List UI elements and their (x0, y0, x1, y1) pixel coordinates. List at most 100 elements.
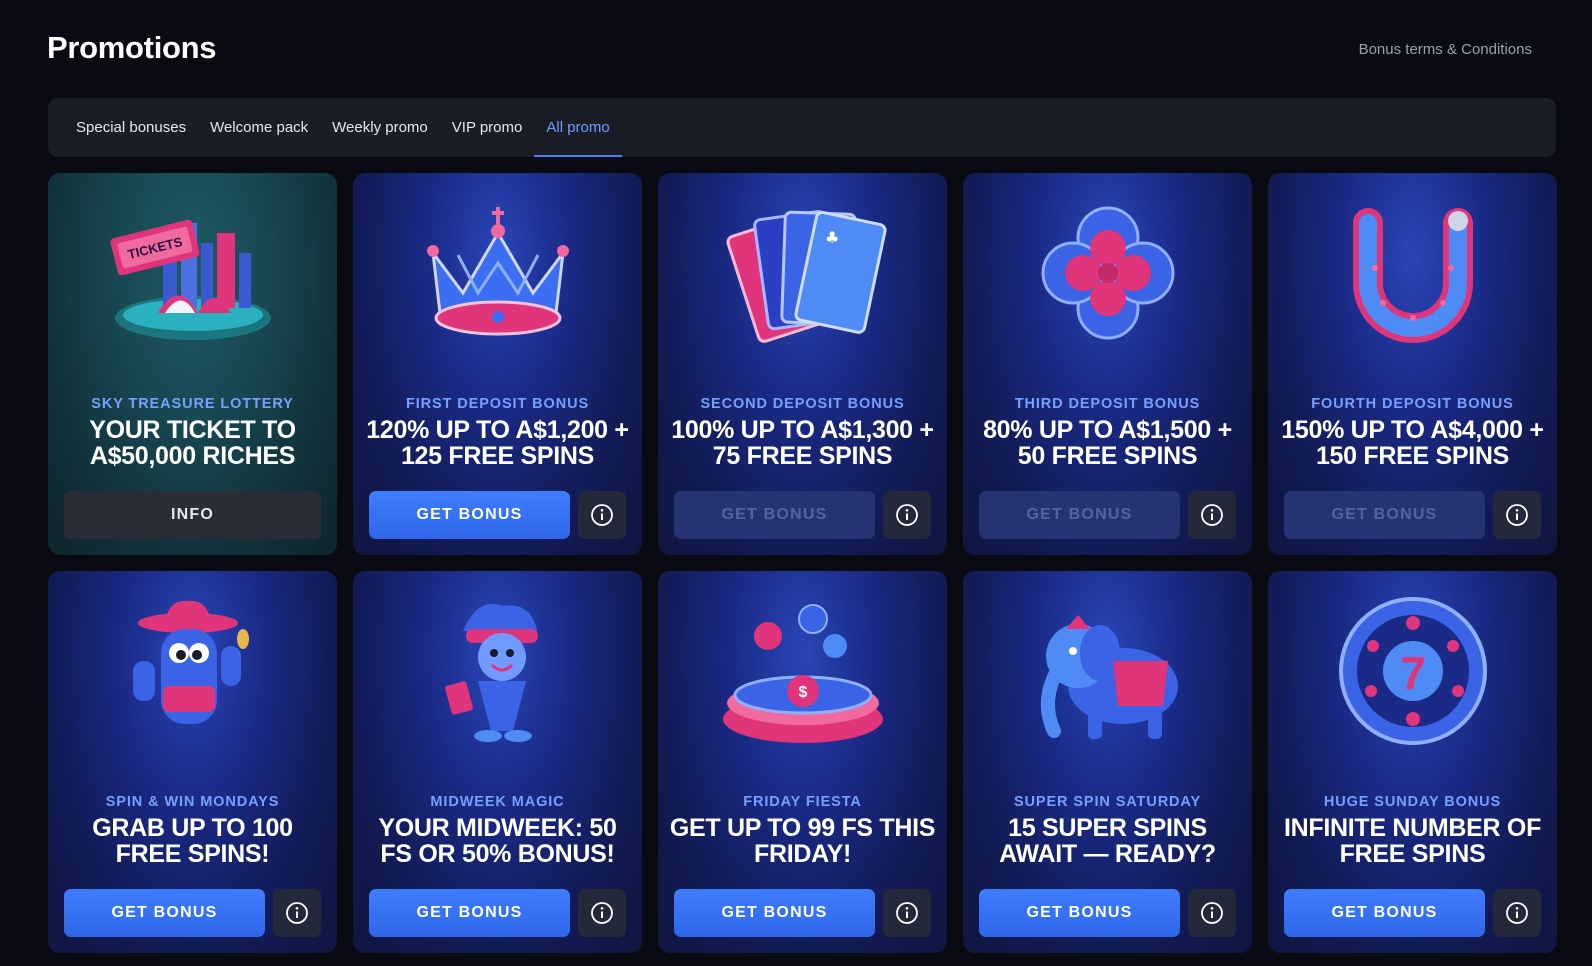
svg-text:$: $ (798, 684, 807, 701)
get-bonus-button[interactable]: GET BONUS (674, 491, 875, 539)
playing-cards-icon: ♣ (658, 193, 947, 353)
promo-text: MIDWEEK MAGIC YOUR MIDWEEK: 50 FS OR 50%… (363, 794, 632, 867)
info-icon (591, 504, 613, 526)
promo-card-fourth-deposit: FOURTH DEPOSIT BONUS 150% UP TO A$4,000 … (1268, 173, 1557, 555)
promo-actions: GET BONUS (674, 889, 931, 937)
info-icon-button[interactable] (883, 889, 931, 937)
horseshoe-icon (1268, 193, 1557, 353)
promo-text: SPIN & WIN MONDAYS GRAB UP TO 100 FREE S… (58, 794, 327, 867)
info-icon (286, 902, 308, 924)
promo-card-second-deposit: ♣ SECOND DEPOSIT BONUS 100% UP TO A$1,30… (658, 173, 947, 555)
page-title: Promotions (47, 30, 217, 65)
get-bonus-button[interactable]: GET BONUS (64, 889, 265, 937)
info-icon-button[interactable] (578, 491, 626, 539)
elephant-icon (963, 591, 1252, 751)
promo-headline: 120% UP TO A$1,200 + 125 FREE SPINS (366, 416, 629, 470)
promo-card-super-spin-saturday: SUPER SPIN SATURDAY 15 SUPER SPINS AWAIT… (963, 571, 1252, 953)
promo-actions: GET BONUS (64, 889, 321, 937)
page-header: Promotions Bonus terms & Conditions (47, 28, 1532, 72)
promo-headline: 150% UP TO A$4,000 + 150 FREE SPINS (1281, 416, 1544, 470)
promo-headline: YOUR TICKET TO A$50,000 RICHES (89, 416, 296, 470)
promo-actions: GET BONUS (979, 491, 1236, 539)
promo-grid: TICKETS SKY TREASURE LOTTERY YOUR TICKET… (48, 173, 1557, 953)
promo-text: SUPER SPIN SATURDAY 15 SUPER SPINS AWAIT… (973, 794, 1242, 867)
promo-card-sky-treasure-lottery: TICKETS SKY TREASURE LOTTERY YOUR TICKET… (48, 173, 337, 555)
jester-icon (353, 591, 642, 751)
promo-actions: GET BONUS (979, 889, 1236, 937)
tab-all-promo[interactable]: All promo (534, 98, 623, 157)
promo-eyebrow: FRIDAY FIESTA (743, 794, 862, 810)
get-bonus-button[interactable]: GET BONUS (674, 889, 875, 937)
tab-welcome-pack[interactable]: Welcome pack (198, 98, 320, 157)
info-icon (896, 902, 918, 924)
promo-eyebrow: SUPER SPIN SATURDAY (1013, 794, 1202, 810)
cowboy-cactus-icon (48, 591, 337, 751)
promo-actions: GET BONUS (369, 889, 626, 937)
info-icon-button[interactable] (883, 491, 931, 539)
promo-headline: INFINITE NUMBER OF FREE SPINS (1283, 814, 1542, 868)
coins-platform-icon: $ (658, 591, 947, 751)
bonus-terms-link[interactable]: Bonus terms & Conditions (1359, 41, 1532, 58)
lucky-seven-wheel-icon: 7 (1268, 591, 1557, 751)
get-bonus-button[interactable]: GET BONUS (369, 491, 570, 539)
svg-text:♣: ♣ (825, 228, 839, 247)
info-button[interactable]: INFO (64, 491, 321, 539)
info-icon-button[interactable] (1188, 491, 1236, 539)
crown-icon (353, 193, 642, 353)
promo-text: FRIDAY FIESTA GET UP TO 99 FS THIS FRIDA… (668, 794, 937, 867)
info-icon (896, 504, 918, 526)
get-bonus-button[interactable]: GET BONUS (979, 889, 1180, 937)
promo-card-huge-sunday-bonus: 7 HUGE SUNDAY BONUS INFINITE NUMBER OF F… (1268, 571, 1557, 953)
promo-headline: 15 SUPER SPINS AWAIT — READY? (999, 814, 1216, 868)
info-icon-button[interactable] (1188, 889, 1236, 937)
promo-headline: GET UP TO 99 FS THIS FRIDAY! (669, 814, 936, 868)
tab-weekly-promo[interactable]: Weekly promo (320, 98, 440, 157)
info-icon (1201, 902, 1223, 924)
promo-text: FOURTH DEPOSIT BONUS 150% UP TO A$4,000 … (1278, 396, 1547, 469)
info-icon (1506, 504, 1528, 526)
promo-text: THIRD DEPOSIT BONUS 80% UP TO A$1,500 + … (973, 396, 1242, 469)
promo-headline: GRAB UP TO 100 FREE SPINS! (92, 814, 293, 868)
promo-eyebrow: SPIN & WIN MONDAYS (105, 794, 280, 810)
tab-special-bonuses[interactable]: Special bonuses (64, 98, 198, 157)
promo-card-third-deposit: THIRD DEPOSIT BONUS 80% UP TO A$1,500 + … (963, 173, 1252, 555)
promo-headline: YOUR MIDWEEK: 50 FS OR 50% BONUS! (378, 814, 617, 868)
promo-eyebrow: FIRST DEPOSIT BONUS (405, 396, 590, 412)
info-icon (1201, 504, 1223, 526)
promo-actions: GET BONUS (369, 491, 626, 539)
get-bonus-button[interactable]: GET BONUS (1284, 491, 1485, 539)
info-icon (1506, 902, 1528, 924)
info-icon-button[interactable] (578, 889, 626, 937)
promo-eyebrow: SKY TREASURE LOTTERY (91, 396, 294, 412)
promo-text: HUGE SUNDAY BONUS INFINITE NUMBER OF FRE… (1278, 794, 1547, 867)
promo-headline: 80% UP TO A$1,500 + 50 FREE SPINS (983, 416, 1232, 470)
info-icon-button[interactable] (273, 889, 321, 937)
promo-card-spin-win-mondays: SPIN & WIN MONDAYS GRAB UP TO 100 FREE S… (48, 571, 337, 953)
promo-eyebrow: FOURTH DEPOSIT BONUS (1311, 396, 1514, 412)
promo-eyebrow: HUGE SUNDAY BONUS (1323, 794, 1502, 810)
promo-text: SKY TREASURE LOTTERY YOUR TICKET TO A$50… (58, 396, 327, 469)
lottery-tickets-city-icon: TICKETS (48, 193, 337, 353)
promo-card-first-deposit: FIRST DEPOSIT BONUS 120% UP TO A$1,200 +… (353, 173, 642, 555)
info-icon-button[interactable] (1493, 491, 1541, 539)
promo-eyebrow: THIRD DEPOSIT BONUS (1014, 396, 1201, 412)
get-bonus-button[interactable]: GET BONUS (1284, 889, 1485, 937)
get-bonus-button[interactable]: GET BONUS (369, 889, 570, 937)
svg-text:7: 7 (1400, 647, 1426, 699)
promo-actions: INFO (64, 491, 321, 539)
promo-text: FIRST DEPOSIT BONUS 120% UP TO A$1,200 +… (363, 396, 632, 469)
info-icon-button[interactable] (1493, 889, 1541, 937)
info-icon (591, 902, 613, 924)
promo-actions: GET BONUS (1284, 889, 1541, 937)
tab-vip-promo[interactable]: VIP promo (440, 98, 535, 157)
promo-actions: GET BONUS (1284, 491, 1541, 539)
promo-text: SECOND DEPOSIT BONUS 100% UP TO A$1,300 … (668, 396, 937, 469)
promo-eyebrow: SECOND DEPOSIT BONUS (700, 396, 905, 412)
four-leaf-clover-icon (963, 193, 1252, 353)
promo-card-friday-fiesta: $ FRIDAY FIESTA GET UP TO 99 FS THIS FRI… (658, 571, 947, 953)
get-bonus-button[interactable]: GET BONUS (979, 491, 1180, 539)
promo-eyebrow: MIDWEEK MAGIC (430, 794, 565, 810)
promo-tabs: Special bonuses Welcome pack Weekly prom… (48, 98, 1556, 157)
promo-headline: 100% UP TO A$1,300 + 75 FREE SPINS (671, 416, 934, 470)
promo-actions: GET BONUS (674, 491, 931, 539)
